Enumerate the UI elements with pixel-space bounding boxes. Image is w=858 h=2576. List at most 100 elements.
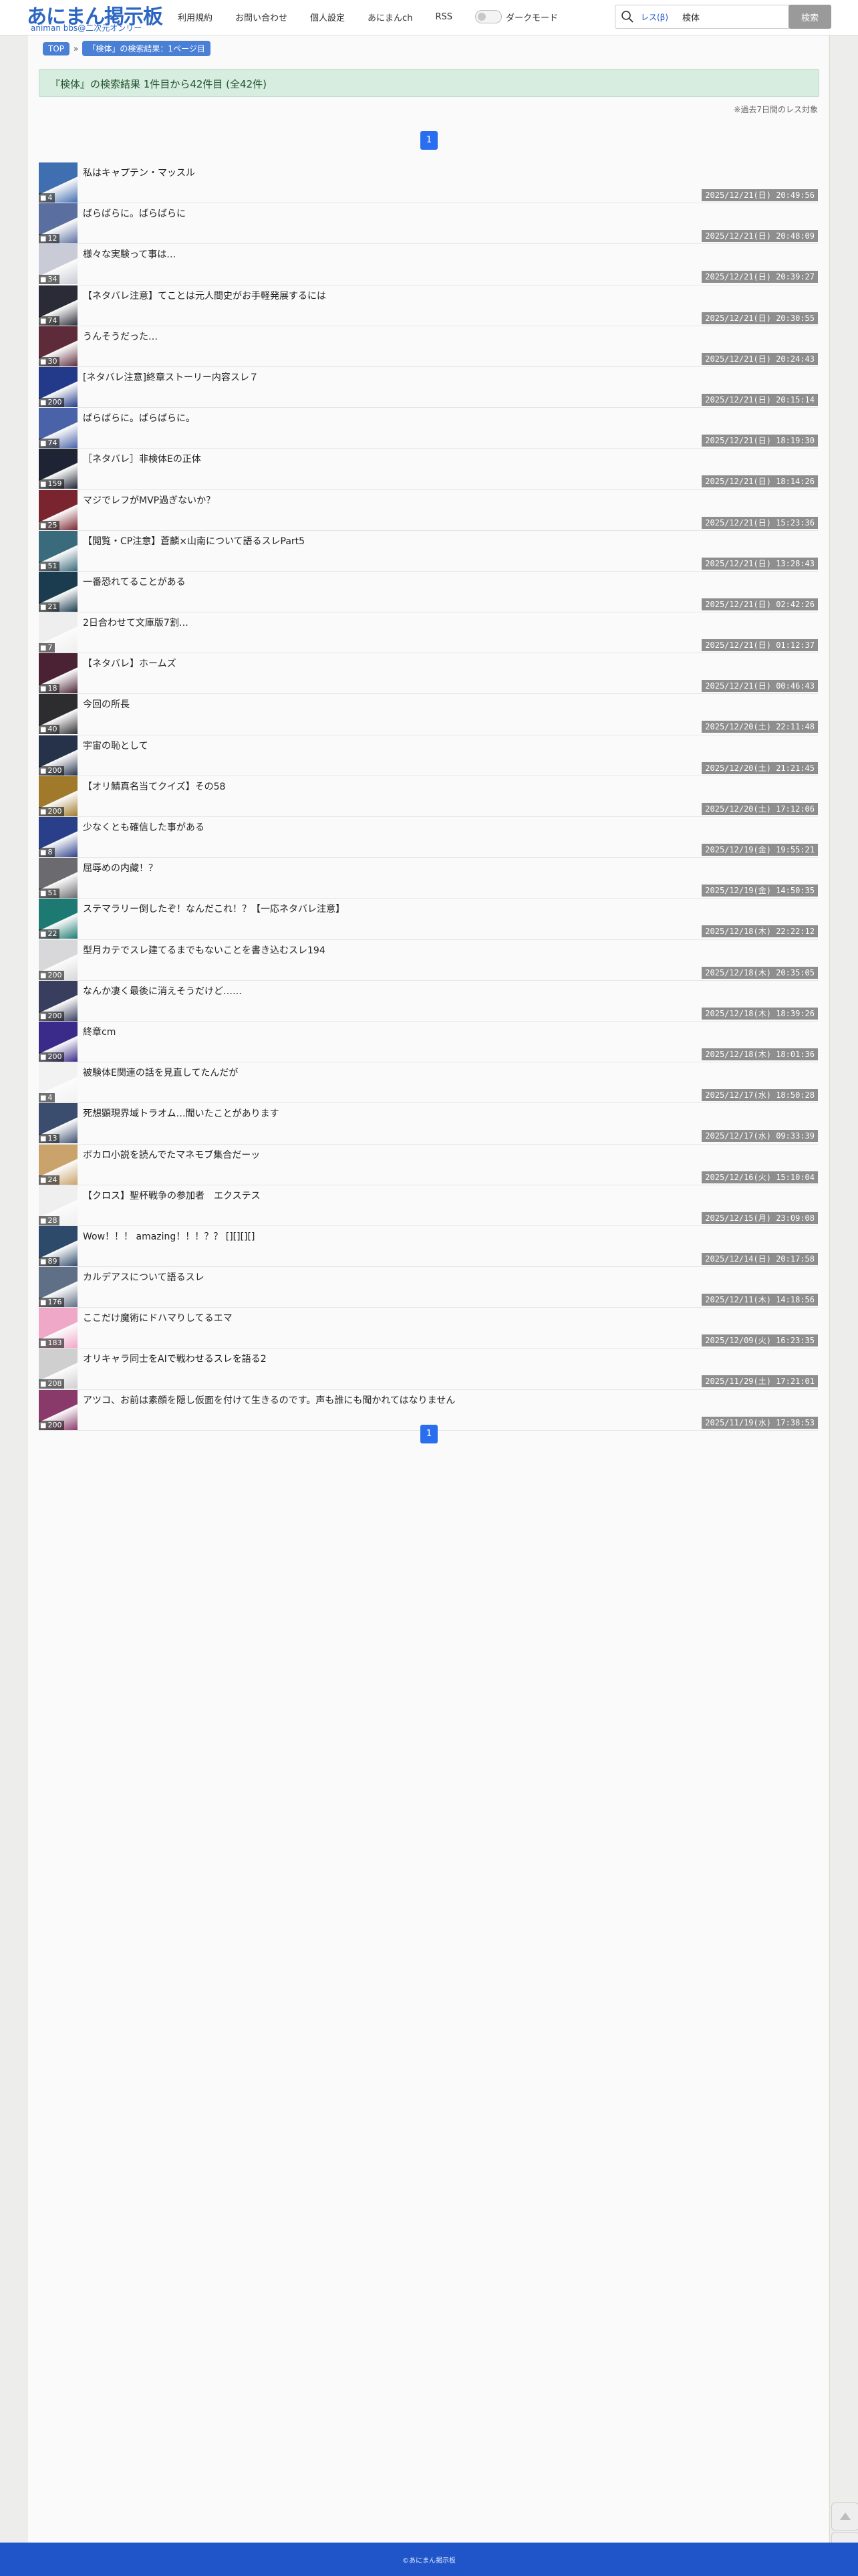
thread-title[interactable]: うんそうだった… (83, 330, 158, 343)
thread-thumbnail[interactable]: ■ 159 (39, 449, 78, 489)
site-logo[interactable]: あにまん掲示板 animan bbs@二次元オンリー (27, 0, 167, 35)
thread-row[interactable]: ■ 51 屈辱めの内藏！？ 2025/12/19(金) 14:50:35 (39, 858, 818, 899)
thread-thumbnail[interactable]: ■ 176 (39, 1267, 78, 1308)
nav-personal-settings[interactable]: 個人設定 (310, 11, 345, 23)
thread-thumbnail[interactable]: ■ 200 (39, 1389, 78, 1430)
thread-title[interactable]: ばらばらに。ばらばらに。 (83, 411, 195, 425)
thread-title[interactable]: 2日合わせて文庫版7割… (83, 616, 188, 629)
thread-row[interactable]: ■ 183 ここだけ魔術にドハマりしてるエマ 2025/12/09(火) 16:23:… (39, 1308, 818, 1349)
thread-row[interactable]: ■ 200 [ネタバレ注意]終章ストーリー内容スレ７ 2025/12/21(日) 20… (39, 366, 818, 408)
search-button[interactable]: 検索 (789, 5, 831, 29)
thread-row[interactable]: ■ 7 2日合わせて文庫版7割… 2025/12/21(日) 01:12:37 (39, 612, 818, 654)
thread-row[interactable]: ■ 89 Wow！！！ amazing！！！？？ [][][][] 2025/12/1… (39, 1225, 818, 1268)
pagination-bottom-page-1[interactable]: 1 (420, 1425, 438, 1443)
thread-row[interactable]: ■ 51 【閲覧・CP注意】蒼麟×山南について語るスレPart5 2025/12/21… (39, 530, 818, 572)
dark-mode-toggle[interactable] (474, 10, 502, 23)
thread-title[interactable]: 屈辱めの内藏！？ (83, 861, 158, 874)
thread-row[interactable]: ■ 12 ばらばらに。ばらばらに 2025/12/21(日) 20:48:09 (39, 203, 818, 245)
thread-row[interactable]: ■ 28 【クロス】聖杯戦争の参加者 エクステス 2025/12/15(月) 23:0… (39, 1185, 818, 1226)
search-scope-label[interactable]: レス(β) (641, 11, 668, 23)
thread-thumbnail[interactable]: ■ 25 (39, 489, 78, 530)
thread-thumbnail[interactable]: ■ 200 (39, 735, 78, 776)
thread-row[interactable]: ■ 8 少なくとも確信した事がある 2025/12/19(金) 19:55:21 (39, 817, 818, 858)
thread-thumbnail[interactable]: ■ 4 (39, 162, 78, 203)
thread-row[interactable]: ■ 40 今回の所長 2025/12/20(土) 22:11:48 (39, 694, 818, 735)
thread-row[interactable]: ■ 200 【オリ鯖真名当てクイズ】その58 2025/12/20(土) 17:12:… (39, 776, 818, 817)
thread-title[interactable]: 私はキャプテン・マッスル (83, 166, 195, 179)
thread-title[interactable]: 【ネタバレ注意】てことは元人間史がお手軽発展するには (83, 289, 326, 302)
thread-title[interactable]: ボカロ小説を読んでたマネモブ集合だーッ (83, 1148, 260, 1161)
thread-thumbnail[interactable]: ■ 200 (39, 366, 78, 407)
thread-title[interactable]: なんか凄く最後に消えそうだけど…… (83, 984, 242, 998)
thread-thumbnail[interactable]: ■ 200 (39, 776, 78, 816)
thread-row[interactable]: ■ 4 私はキャプテン・マッスル 2025/12/21(日) 20:49:56 (39, 162, 818, 204)
thread-title[interactable]: 少なくとも確信した事がある (83, 820, 204, 834)
thread-title[interactable]: 【閲覧・CP注意】蒼麟×山南について語るスレPart5 (83, 534, 305, 548)
thread-thumbnail[interactable]: ■ 4 (39, 1062, 78, 1103)
thread-row[interactable]: ■ 208 オリキャラ同士をAIで戦わせるスレを語る2 2025/11/29(土) 1… (39, 1349, 818, 1390)
thread-title[interactable]: ［ネタバレ］非検体Eの正体 (83, 452, 201, 465)
thread-thumbnail[interactable]: ■ 13 (39, 1103, 78, 1144)
scroll-top-button[interactable] (831, 2502, 858, 2531)
search-input[interactable] (681, 9, 785, 25)
nav-contact[interactable]: お問い合わせ (235, 11, 287, 23)
thread-title[interactable]: ばらばらに。ばらばらに (83, 207, 186, 220)
thread-row[interactable]: ■ 18 【ネタバレ】ホームズ 2025/12/21(日) 00:46:43 (39, 653, 818, 695)
thread-title[interactable]: マジでレフがMVP過ぎないか？ (83, 493, 215, 507)
thread-row[interactable]: ■ 22 ステマラリー倒したぞ！なんだこれ！？【一応ネタバレ注意】 2025/12/1… (39, 899, 818, 940)
thread-thumbnail[interactable]: ■ 208 (39, 1349, 78, 1389)
thread-row[interactable]: ■ 200 なんか凄く最後に消えそうだけど…… 2025/12/18(木) 18:39… (39, 980, 818, 1022)
thread-thumbnail[interactable]: ■ 7 (39, 612, 78, 653)
thread-thumbnail[interactable]: ■ 183 (39, 1308, 78, 1349)
thread-thumbnail[interactable]: ■ 74 (39, 285, 78, 326)
nav-animanch[interactable]: あにまんch (368, 11, 412, 23)
thread-title[interactable]: 様々な実験って事は… (83, 247, 176, 261)
nav-terms[interactable]: 利用規約 (178, 11, 212, 23)
thread-title[interactable]: 今回の所長 (83, 697, 130, 711)
thread-row[interactable]: ■ 34 様々な実験って事は… 2025/12/21(日) 20:39:27 (39, 244, 818, 285)
thread-thumbnail[interactable]: ■ 28 (39, 1185, 78, 1225)
thread-row[interactable]: ■ 30 うんそうだった… 2025/12/21(日) 20:24:43 (39, 326, 818, 367)
thread-title[interactable]: 終章cm (83, 1025, 116, 1038)
thread-thumbnail[interactable]: ■ 22 (39, 899, 78, 939)
thread-title[interactable]: 一番恐れてることがある (83, 575, 186, 588)
thread-title[interactable]: Wow！！！ amazing！！！？？ [][][][] (83, 1230, 255, 1243)
thread-row[interactable]: ■ 159 ［ネタバレ］非検体Eの正体 2025/12/21(日) 18:14:26 (39, 449, 818, 490)
thread-row[interactable]: ■ 74 【ネタバレ注意】てことは元人間史がお手軽発展するには 2025/12/21(… (39, 285, 818, 326)
thread-thumbnail[interactable]: ■ 40 (39, 694, 78, 735)
thread-row[interactable]: ■ 200 宇宙の恥として 2025/12/20(土) 21:21:45 (39, 735, 818, 776)
thread-thumbnail[interactable]: ■ 200 (39, 1021, 78, 1062)
thread-title[interactable]: 【ネタバレ】ホームズ (83, 657, 176, 670)
thread-title[interactable]: 死想顕現界域トラオム…聞いたことがあります (83, 1106, 279, 1120)
thread-title[interactable]: オリキャラ同士をAIで戦わせるスレを語る2 (83, 1352, 267, 1365)
breadcrumb-current[interactable]: 「検体」の検索結果：1ページ目 (82, 41, 210, 56)
thread-thumbnail[interactable]: ■ 200 (39, 980, 78, 1021)
thread-thumbnail[interactable]: ■ 24 (39, 1144, 78, 1185)
thread-title[interactable]: ステマラリー倒したぞ！なんだこれ！？【一応ネタバレ注意】 (83, 902, 345, 915)
thread-thumbnail[interactable]: ■ 18 (39, 653, 78, 694)
thread-title[interactable]: 被験体E関連の話を見直してたんだが (83, 1066, 238, 1079)
thread-thumbnail[interactable]: ■ 74 (39, 408, 78, 449)
thread-thumbnail[interactable]: ■ 89 (39, 1225, 78, 1266)
thread-thumbnail[interactable]: ■ 21 (39, 571, 78, 612)
thread-title[interactable]: 宇宙の恥として (83, 739, 148, 752)
thread-row[interactable]: ■ 200 終章cm 2025/12/18(木) 18:01:36 (39, 1021, 818, 1063)
thread-row[interactable]: ■ 176 カルデアスについて語るスレ 2025/12/11(木) 14:18:56 (39, 1267, 818, 1308)
thread-thumbnail[interactable]: ■ 200 (39, 939, 78, 980)
thread-row[interactable]: ■ 200 型月カテでスレ建てるまでもないことを書き込むスレ194 2025/12/1… (39, 939, 818, 981)
thread-row[interactable]: ■ 24 ボカロ小説を読んでたマネモブ集合だーッ 2025/12/16(火) 15:1… (39, 1144, 818, 1185)
thread-title[interactable]: 型月カテでスレ建てるまでもないことを書き込むスレ194 (83, 943, 325, 957)
thread-thumbnail[interactable]: ■ 34 (39, 244, 78, 285)
thread-title[interactable]: ここだけ魔術にドハマりしてるエマ (83, 1311, 233, 1324)
nav-rss[interactable]: RSS (435, 12, 452, 22)
pagination-top-page-1[interactable]: 1 (420, 131, 438, 150)
thread-title[interactable]: カルデアスについて語るスレ (83, 1270, 204, 1284)
thread-row[interactable]: ■ 25 マジでレフがMVP過ぎないか？ 2025/12/21(日) 15:23:36 (39, 489, 818, 531)
thread-thumbnail[interactable]: ■ 12 (39, 203, 78, 244)
thread-thumbnail[interactable]: ■ 8 (39, 817, 78, 857)
thread-thumbnail[interactable]: ■ 30 (39, 326, 78, 366)
thread-title[interactable]: [ネタバレ注意]終章ストーリー内容スレ７ (83, 370, 259, 384)
thread-row[interactable]: ■ 13 死想顕現界域トラオム…聞いたことがあります 2025/12/17(水) 09… (39, 1103, 818, 1145)
thread-title[interactable]: アツコ、お前は素顔を隠し仮面を付けて生きるのです。声も誰にも聞かれてはなりません (83, 1393, 455, 1407)
thread-thumbnail[interactable]: ■ 51 (39, 858, 78, 899)
